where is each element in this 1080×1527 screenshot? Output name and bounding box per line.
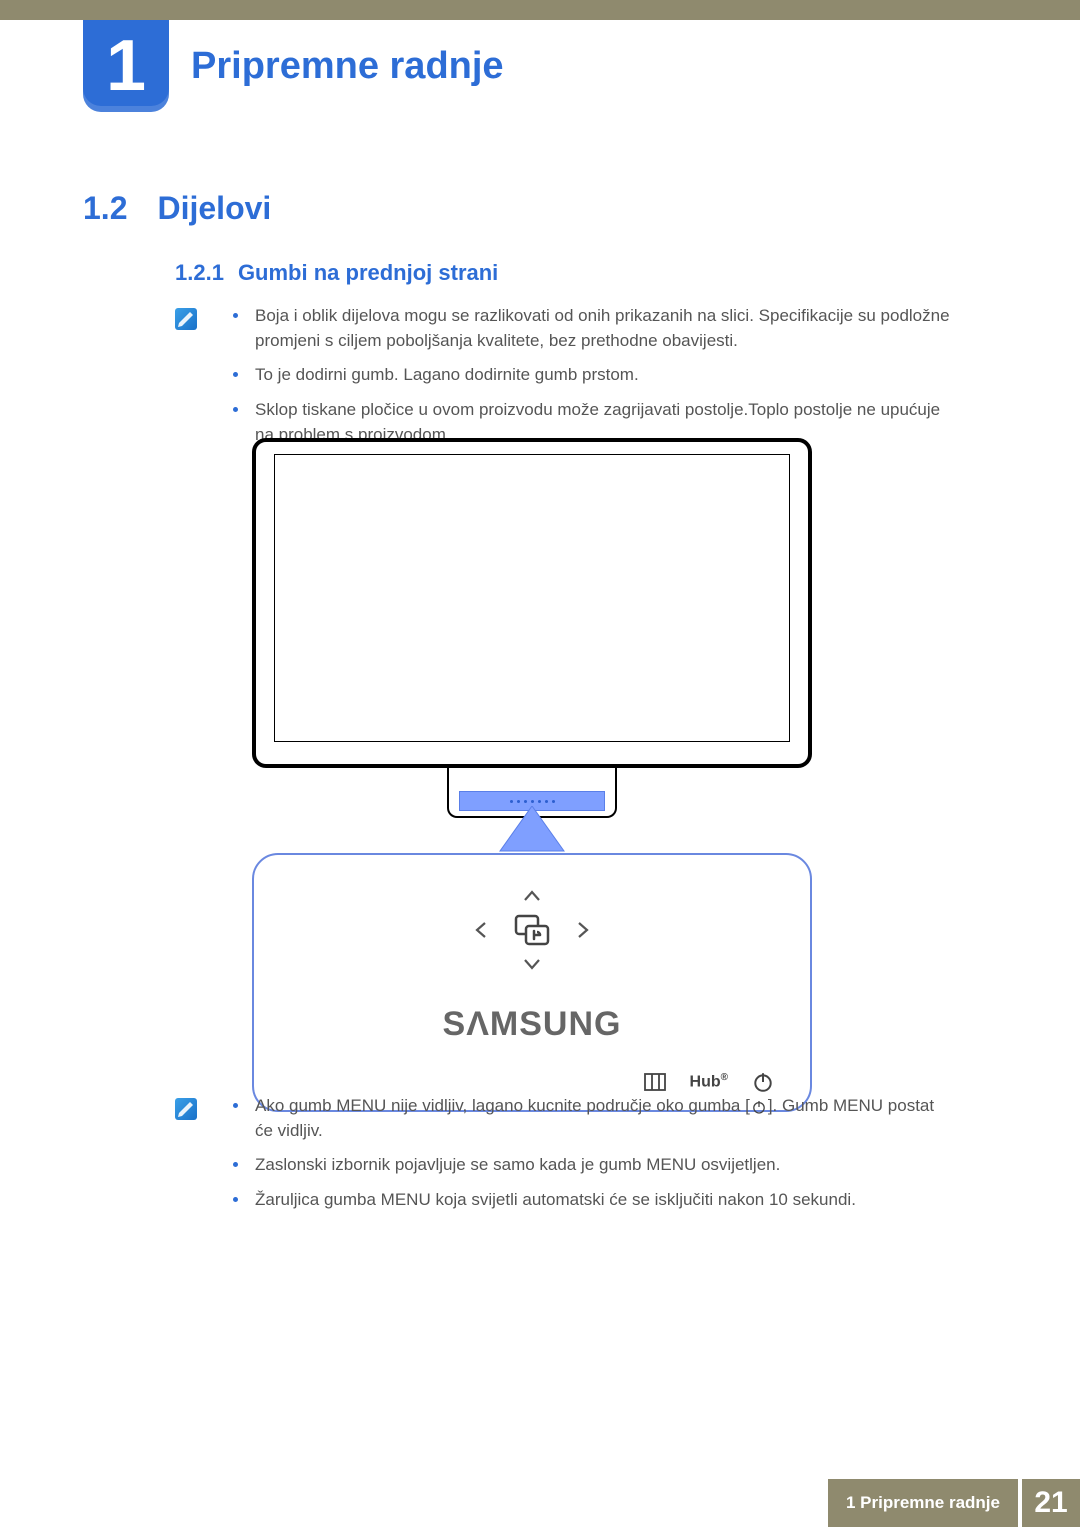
brand-logo: SΛMSUNG [274, 1005, 790, 1044]
menu-grid-icon [644, 1072, 666, 1092]
note-block-bottom: Ako gumb MENU nije vidljiv, lagano kucni… [175, 1094, 955, 1223]
control-panel-zoom: SΛMSUNG Hub® [252, 853, 812, 1112]
monitor-figure: SΛMSUNG Hub® [252, 438, 812, 1112]
subsection-number: 1.2.1 [175, 260, 224, 286]
panel-bottom-icons: Hub® [274, 1072, 790, 1092]
note-list-bottom: Ako gumb MENU nije vidljiv, lagano kucni… [233, 1094, 955, 1213]
page-footer: 1 Pripremne radnje 21 [0, 1479, 1080, 1527]
chevron-down-icon [521, 953, 543, 975]
section-number: 1.2 [83, 190, 127, 227]
chapter-number-badge: 1 [83, 20, 169, 112]
note-text-pre: Ako gumb MENU nije vidljiv, lagano kucni… [255, 1096, 750, 1115]
chapter-header: 1 Pripremne radnje [83, 20, 504, 112]
footer-chapter-label: 1 Pripremne radnje [828, 1479, 1018, 1527]
note-item: Zaslonski izbornik pojavljuje se samo ka… [233, 1153, 955, 1178]
note-item: To je dodirni gumb. Lagano dodirnite gum… [233, 363, 955, 388]
section-heading: 1.2 Dijelovi [83, 190, 271, 227]
note-item: Ako gumb MENU nije vidljiv, lagano kucni… [233, 1094, 955, 1143]
hub-label: Hub® [690, 1072, 728, 1091]
section-title: Dijelovi [157, 190, 271, 227]
note-icon [175, 1098, 197, 1120]
enter-icon [512, 913, 552, 947]
power-icon [752, 1072, 774, 1092]
monitor-outline [252, 438, 812, 768]
subsection-title: Gumbi na prednjoj strani [238, 260, 498, 286]
dpad [274, 885, 790, 975]
chevron-up-icon [521, 885, 543, 907]
footer-page-number: 21 [1022, 1479, 1080, 1527]
power-icon [751, 1099, 767, 1115]
note-item: Žaruljica gumba MENU koja svijetli autom… [233, 1188, 955, 1213]
note-list-top: Boja i oblik dijelova mogu se razlikovat… [233, 304, 955, 447]
note-icon [175, 308, 197, 330]
top-accent-bar [0, 0, 1080, 20]
chapter-title: Pripremne radnje [191, 45, 504, 88]
note-block-top: Boja i oblik dijelova mogu se razlikovat… [175, 304, 955, 457]
chevron-right-icon [572, 919, 594, 941]
note-item: Boja i oblik dijelova mogu se razlikovat… [233, 304, 955, 353]
monitor-screen [274, 454, 790, 742]
callout-arrow [252, 818, 812, 858]
subsection-heading: 1.2.1 Gumbi na prednjoj strani [175, 260, 498, 286]
chevron-left-icon [470, 919, 492, 941]
